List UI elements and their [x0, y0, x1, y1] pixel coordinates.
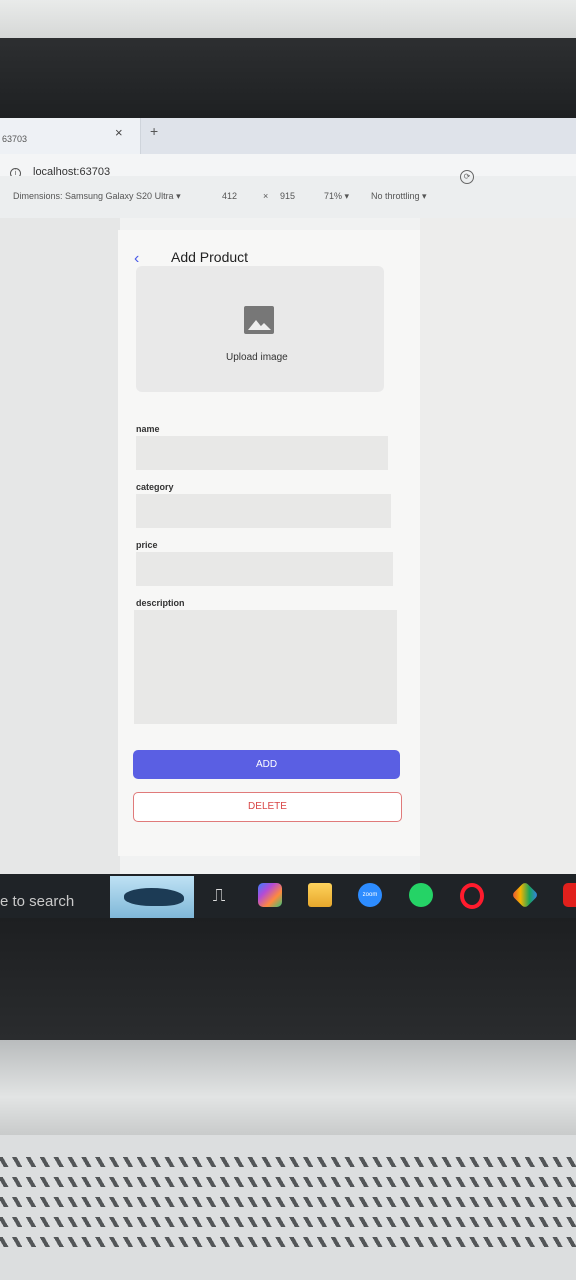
- new-tab-icon[interactable]: +: [150, 123, 158, 139]
- zoom-icon[interactable]: zoom: [358, 883, 382, 907]
- rotate-icon[interactable]: ⟳: [460, 170, 474, 184]
- taskbar: [0, 874, 576, 918]
- browser-tab[interactable]: 63703 ×: [0, 118, 141, 154]
- upload-image-area[interactable]: Upload image: [136, 266, 384, 392]
- laptop-screen: 63703 × + i localhost:63703 Dimensions: …: [0, 118, 576, 918]
- device-viewport: ‹ Add Product Upload image name category…: [118, 230, 420, 856]
- delete-button[interactable]: DELETE: [133, 792, 402, 822]
- category-input[interactable]: [136, 494, 391, 528]
- dimension-times-sign: ×: [263, 191, 269, 201]
- upload-image-label: Upload image: [226, 352, 288, 363]
- whatsapp-icon[interactable]: [409, 883, 433, 907]
- page-title: Add Product: [171, 249, 249, 265]
- copilot-icon[interactable]: [258, 883, 282, 907]
- throttling-select[interactable]: No throttling ▾: [371, 191, 427, 202]
- device-height-input[interactable]: 915: [280, 191, 295, 201]
- image-icon: [244, 306, 274, 334]
- laptop-chassis: [0, 1040, 576, 1135]
- device-select[interactable]: Dimensions: Samsung Galaxy S20 Ultra ▾: [13, 191, 181, 202]
- laptop-bezel-top: [0, 38, 576, 118]
- close-tab-icon[interactable]: ×: [115, 125, 123, 140]
- page-margin-right: [420, 218, 576, 874]
- opera-icon[interactable]: [460, 883, 484, 909]
- category-label: category: [136, 482, 174, 492]
- back-icon[interactable]: ‹: [134, 250, 139, 268]
- task-view-icon[interactable]: ⎍: [207, 883, 231, 907]
- keyboard-grille: [0, 1135, 576, 1280]
- page-margin-left: [0, 218, 120, 874]
- laptop-bezel-bottom: [0, 918, 576, 1040]
- name-input[interactable]: [136, 436, 388, 470]
- add-button[interactable]: ADD: [133, 750, 400, 779]
- price-input[interactable]: [136, 552, 393, 586]
- zoom-select[interactable]: 71% ▾: [324, 191, 349, 202]
- taskbar-search[interactable]: e to search: [0, 893, 74, 910]
- name-label: name: [136, 424, 160, 434]
- device-width-input[interactable]: 412: [222, 191, 237, 201]
- price-label: price: [136, 540, 158, 550]
- file-explorer-icon[interactable]: [308, 883, 332, 907]
- description-textarea[interactable]: [134, 610, 397, 724]
- tab-title: 63703: [2, 134, 28, 144]
- room-background: [0, 0, 576, 38]
- dolphin-wallpaper-icon: [110, 876, 194, 918]
- description-label: description: [136, 598, 185, 608]
- acrobat-icon[interactable]: [563, 883, 576, 907]
